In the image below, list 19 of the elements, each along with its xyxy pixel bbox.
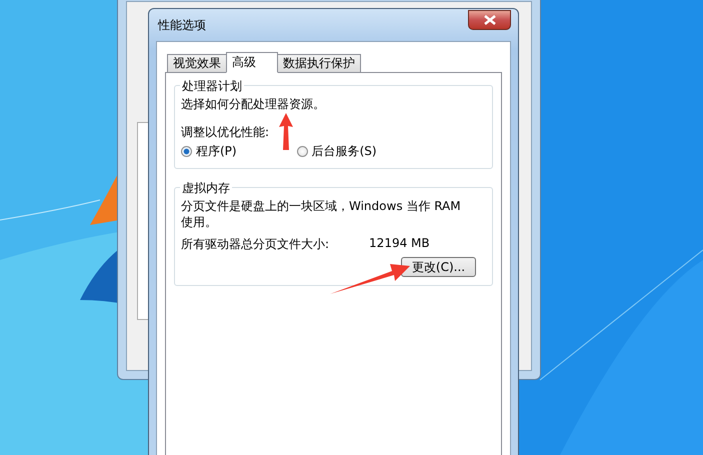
description-text: 选择如何分配处理器资源。 [181,97,325,111]
total-value: 12194 MB [369,236,430,252]
radio-option[interactable]: 后台服务(S) [296,143,486,160]
group-title: 虚拟内存 [180,180,232,197]
tab[interactable]: 高级 [226,52,278,73]
radio-button[interactable] [181,146,192,157]
change-button[interactable]: 更改(C)... [401,257,476,277]
close-icon [484,15,496,25]
tab[interactable]: 视觉效果 [167,54,227,72]
total-label: 所有驱动器总分页文件大小: [181,236,330,253]
window-title: 性能选项 [156,16,206,34]
radio-option[interactable]: 程序(P) [181,143,297,160]
group-title: 处理器计划 [180,78,244,95]
close-button[interactable] [468,10,511,30]
radio-button[interactable] [296,146,308,157]
description-text: 分页文件是硬盘上的一块区域，Windows 当作 RAM 使用。 [181,199,461,229]
prompt-label: 调整以优化性能: [181,125,270,139]
annotation-arrow [279,113,293,150]
tab[interactable]: 数据执行保护 [277,54,361,72]
